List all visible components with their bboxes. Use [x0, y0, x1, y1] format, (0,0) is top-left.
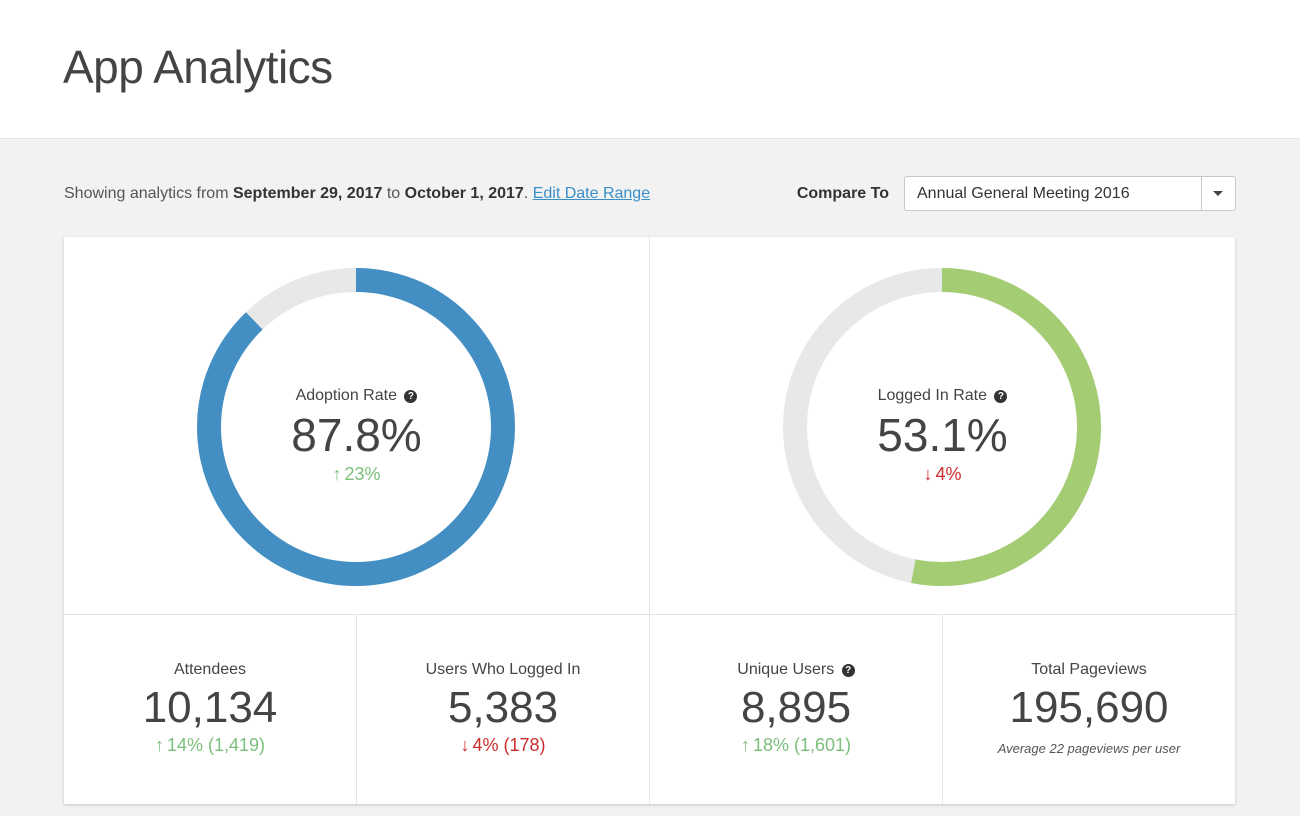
users-logged-in-value: 5,383: [447, 683, 559, 732]
page-header: App Analytics: [0, 0, 1300, 139]
arrow-up-icon: ↑: [154, 735, 164, 755]
compare-to-select[interactable]: Annual General Meeting 2016: [904, 176, 1236, 211]
arrow-up-icon: ↑: [332, 464, 342, 484]
stat-attendees: Attendees 10,134 ↑ 14% (1,419): [64, 615, 357, 804]
logged-in-rate-change-value: 4%: [935, 464, 962, 484]
range-prefix: Showing analytics from: [64, 185, 233, 202]
adoption-rate-value: 87.8%: [291, 409, 422, 461]
arrow-up-icon: ↑: [740, 735, 750, 755]
chevron-down-icon: [1213, 191, 1223, 196]
edit-date-range-link[interactable]: Edit Date Range: [533, 185, 650, 202]
help-circle-icon[interactable]: ?: [994, 390, 1008, 403]
attendees-change: ↑ 14% (1,419): [64, 735, 356, 756]
compare-selected-value: Annual General Meeting 2016: [917, 185, 1130, 202]
stat-total-pageviews: Total Pageviews 195,690 Average 22 pagev…: [943, 615, 1235, 804]
users-logged-in-change-value: 4% (178): [472, 735, 546, 755]
users-logged-in-change: ↓ 4% (178): [357, 735, 649, 756]
help-circle-icon[interactable]: ?: [841, 664, 855, 677]
users-logged-in-label: Users Who Logged In: [425, 661, 581, 678]
adoption-rate-change-value: 23%: [344, 464, 381, 484]
logged-in-rate-change: ↓ 4%: [650, 464, 1235, 485]
adoption-rate-label-row: Adoption Rate ?: [64, 387, 649, 405]
range-end-date: October 1, 2017: [404, 185, 524, 202]
stats-row: Attendees 10,134 ↑ 14% (1,419) Users Who …: [64, 614, 1235, 804]
analytics-card: Adoption Rate ? 87.8% ↑ 23% Logged In Rat…: [64, 237, 1235, 804]
unique-users-value: 8,895: [740, 683, 852, 732]
page-title: App Analytics: [63, 41, 333, 93]
arrow-down-icon: ↓: [460, 735, 470, 755]
range-mid: to: [382, 185, 405, 202]
compare-dropdown-toggle[interactable]: [1201, 177, 1235, 210]
logged-in-rate-label-row: Logged In Rate ?: [650, 387, 1235, 405]
range-suffix: .: [523, 185, 533, 202]
range-start-date: September 29, 2017: [232, 185, 383, 202]
total-pageviews-label: Total Pageviews: [1031, 661, 1147, 678]
compare-to-label: Compare To: [796, 185, 889, 202]
date-range-summary: Showing analytics from September 29, 201…: [64, 185, 650, 203]
unique-users-change-value: 18% (1,601): [752, 735, 852, 755]
unique-users-change: ↑ 18% (1,601): [650, 735, 942, 756]
logged-in-rate-value: 53.1%: [877, 409, 1008, 461]
attendees-label: Attendees: [173, 661, 247, 678]
logged-in-rate-panel: Logged In Rate ? 53.1% ↓ 4%: [650, 237, 1235, 614]
adoption-rate-center: Adoption Rate ? 87.8% ↑ 23%: [64, 387, 649, 485]
unique-users-label: Unique Users: [737, 661, 835, 678]
unique-users-label-row: Unique Users ?: [650, 661, 942, 679]
adoption-rate-change: ↑ 23%: [64, 464, 649, 485]
logged-in-rate-label: Logged In Rate: [877, 387, 987, 404]
logged-in-rate-center: Logged In Rate ? 53.1% ↓ 4%: [650, 387, 1235, 485]
help-circle-icon[interactable]: ?: [404, 390, 418, 403]
adoption-rate-label: Adoption Rate: [295, 387, 397, 404]
stat-unique-users: Unique Users ? 8,895 ↑ 18% (1,601): [650, 615, 943, 804]
arrow-down-icon: ↓: [923, 464, 933, 484]
total-pageviews-note: Average 22 pageviews per user: [997, 741, 1181, 756]
stat-users-logged-in: Users Who Logged In 5,383 ↓ 4% (178): [357, 615, 650, 804]
attendees-change-value: 14% (1,419): [166, 735, 266, 755]
analytics-toolbar: Showing analytics from September 29, 201…: [64, 176, 1236, 214]
adoption-rate-panel: Adoption Rate ? 87.8% ↑ 23%: [64, 237, 650, 614]
total-pageviews-value: 195,690: [1009, 683, 1169, 732]
attendees-value: 10,134: [142, 683, 278, 732]
